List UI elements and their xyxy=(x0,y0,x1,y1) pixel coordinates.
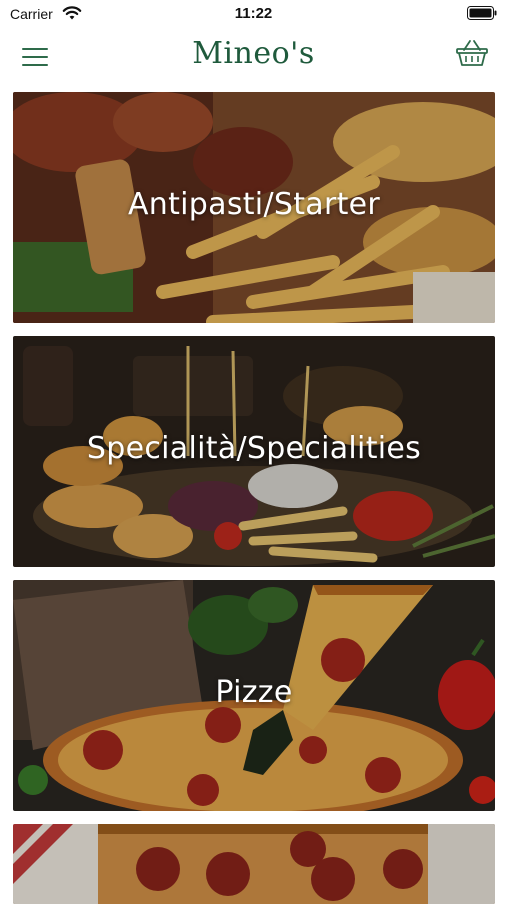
clock: 11:22 xyxy=(234,5,273,22)
category-label: Specialità/Specialities xyxy=(86,431,422,466)
category-card-pizze[interactable]: Pizze xyxy=(13,580,495,811)
category-card-specialita[interactable]: Specialità/Specialities xyxy=(13,336,495,567)
category-card-antipasti[interactable]: Antipasti/Starter xyxy=(13,92,495,323)
category-list: Antipasti/Starter Specialità/Specialitie… xyxy=(13,92,495,917)
battery-icon xyxy=(467,6,497,20)
category-card-partial[interactable] xyxy=(13,824,495,904)
basket-icon[interactable] xyxy=(455,38,489,68)
category-label: Pizze xyxy=(215,675,293,710)
category-label: Antipasti/Starter xyxy=(127,187,381,222)
app-title: Mineo's xyxy=(192,36,315,71)
nav-bar: Mineo's xyxy=(0,28,507,86)
status-bar: Carrier 11:22 xyxy=(0,0,507,28)
